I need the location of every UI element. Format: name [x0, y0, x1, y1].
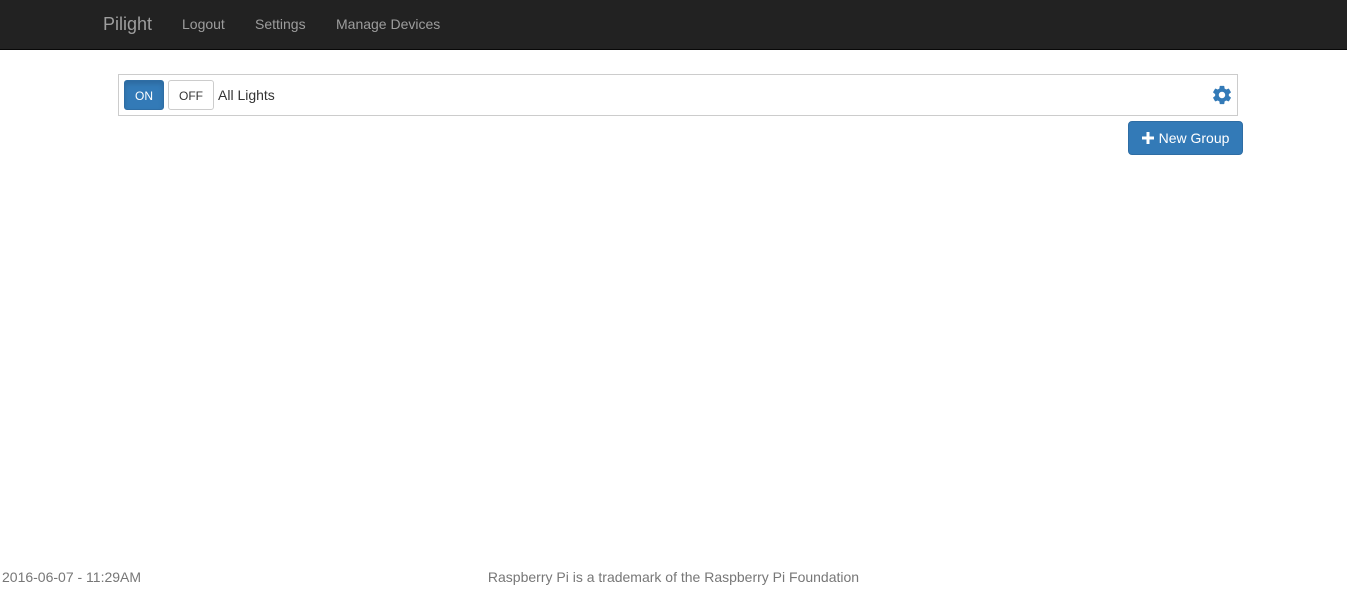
off-button[interactable]: OFF: [168, 80, 214, 110]
group-panel-all-lights: ON OFF All Lights: [118, 74, 1238, 116]
new-group-button[interactable]: New Group: [1128, 121, 1243, 155]
footer-datetime: 2016-06-07 - 11:29AM: [2, 569, 142, 585]
footer-trademark: Raspberry Pi is a trademark of the Raspb…: [487, 569, 860, 585]
nav-settings-link[interactable]: Settings: [255, 15, 306, 33]
top-navbar: Pilight Logout Settings Manage Devices: [0, 0, 1347, 50]
group-name: All Lights: [218, 87, 275, 103]
plus-icon: [1141, 132, 1154, 144]
new-group-label: New Group: [1158, 130, 1230, 146]
nav-manage-devices-link[interactable]: Manage Devices: [336, 15, 440, 33]
on-button[interactable]: ON: [124, 80, 164, 110]
nav-logout-link[interactable]: Logout: [182, 15, 225, 33]
brand-link[interactable]: Pilight: [103, 13, 152, 35]
gear-icon[interactable]: [1211, 84, 1233, 106]
